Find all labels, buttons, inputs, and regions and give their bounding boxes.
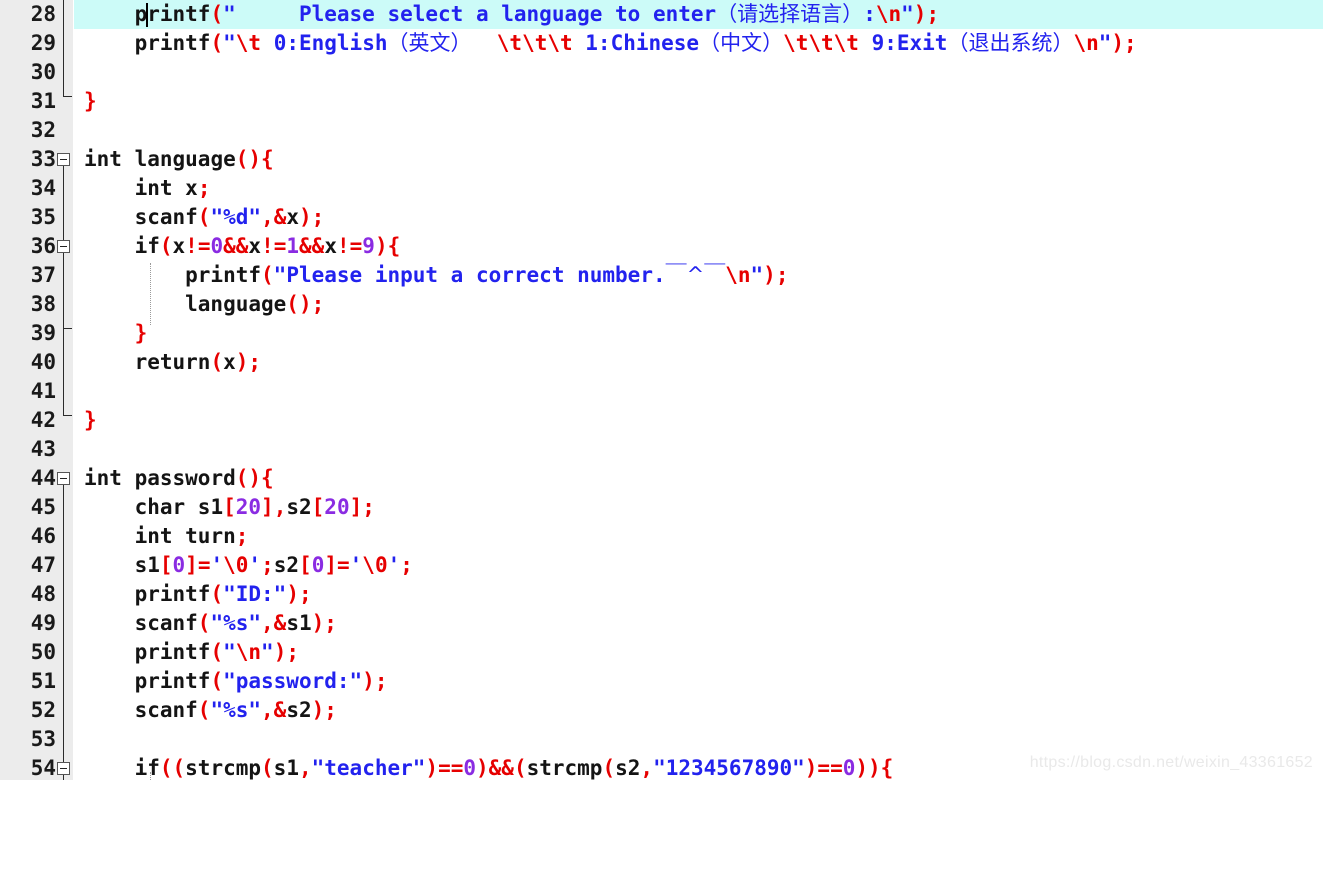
line-content[interactable]: int password(){ — [84, 464, 274, 493]
code-line-29[interactable]: 29 printf("\t 0:English（英文） \t\t\t 1:Chi… — [0, 29, 1323, 58]
fold-toggle-line-33[interactable] — [57, 153, 70, 166]
line-number: 44 — [30, 466, 56, 490]
fold-end-tick — [63, 415, 72, 416]
line-number: 50 — [30, 640, 56, 664]
code-line-37[interactable]: 37 printf("Please input a correct number… — [0, 261, 1323, 290]
code-line-46[interactable]: 46 int turn; — [0, 522, 1323, 551]
line-number: 35 — [30, 205, 56, 229]
fold-end-tick — [63, 96, 72, 97]
line-number: 28 — [30, 2, 56, 26]
line-content[interactable]: int turn; — [84, 522, 249, 551]
line-number: 41 — [30, 379, 56, 403]
code-line-35[interactable]: 35 scanf("%d",&x); — [0, 203, 1323, 232]
line-number: 45 — [30, 495, 56, 519]
code-line-49[interactable]: 49 scanf("%s",&s1); — [0, 609, 1323, 638]
text-caret — [146, 3, 148, 27]
line-content[interactable]: printf("ID:"); — [84, 580, 312, 609]
line-number: 40 — [30, 350, 56, 374]
code-line-47[interactable]: 47 s1[0]='\0';s2[0]='\0'; — [0, 551, 1323, 580]
line-content[interactable]: scanf("%d",&x); — [84, 203, 325, 232]
line-number: 37 — [30, 263, 56, 287]
line-content[interactable]: int language(){ — [84, 145, 274, 174]
code-line-38[interactable]: 38 language(); — [0, 290, 1323, 319]
code-line-36[interactable]: 36 if(x!=0&&x!=1&&x!=9){ — [0, 232, 1323, 261]
code-line-40[interactable]: 40 return(x); — [0, 348, 1323, 377]
indent-guide — [150, 263, 151, 325]
line-number: 36 — [30, 234, 56, 258]
line-number: 38 — [30, 292, 56, 316]
fold-guide-line — [63, 253, 64, 328]
code-line-34[interactable]: 34 int x; — [0, 174, 1323, 203]
line-content[interactable]: if((strcmp(s1,"teacher")==0)&&(strcmp(s2… — [84, 754, 894, 783]
line-number: 33 — [30, 147, 56, 171]
code-line-51[interactable]: 51 printf("password:"); — [0, 667, 1323, 696]
line-content[interactable]: printf("\n"); — [84, 638, 299, 667]
line-number: 34 — [30, 176, 56, 200]
line-content[interactable]: printf("password:"); — [84, 667, 388, 696]
fold-end-tick — [63, 328, 72, 329]
fold-toggle-line-36[interactable] — [57, 240, 70, 253]
code-line-45[interactable]: 45 char s1[20],s2[20]; — [0, 493, 1323, 522]
code-line-28[interactable]: 28 printf(" Please select a language to … — [0, 0, 1323, 29]
line-content[interactable]: scanf("%s",&s1); — [84, 609, 337, 638]
line-content[interactable]: char s1[20],s2[20]; — [84, 493, 375, 522]
line-content[interactable]: return(x); — [84, 348, 261, 377]
line-number: 29 — [30, 31, 56, 55]
code-line-50[interactable]: 50 printf("\n"); — [0, 638, 1323, 667]
line-number: 52 — [30, 698, 56, 722]
code-line-39[interactable]: 39 } — [0, 319, 1323, 348]
line-content[interactable]: printf("Please input a correct number.￣^… — [84, 261, 788, 290]
line-content[interactable]: } — [84, 87, 97, 116]
code-line-52[interactable]: 52 scanf("%s",&s2); — [0, 696, 1323, 725]
line-content[interactable]: scanf("%s",&s2); — [84, 696, 337, 725]
line-number: 46 — [30, 524, 56, 548]
line-content[interactable]: int x; — [84, 174, 211, 203]
line-content[interactable]: s1[0]='\0';s2[0]='\0'; — [84, 551, 413, 580]
indent-guide — [150, 772, 151, 780]
line-number: 32 — [30, 118, 56, 142]
line-number: 43 — [30, 437, 56, 461]
code-line-31[interactable]: 31 } — [0, 87, 1323, 116]
line-number: 53 — [30, 727, 56, 751]
line-content[interactable]: printf("\t 0:English（英文） \t\t\t 1:Chines… — [84, 29, 1137, 58]
code-line-48[interactable]: 48 printf("ID:"); — [0, 580, 1323, 609]
fold-guide-line — [63, 0, 64, 96]
line-content[interactable]: language(); — [84, 290, 324, 319]
line-number: 42 — [30, 408, 56, 432]
line-content[interactable]: } — [84, 319, 148, 348]
line-number: 31 — [30, 89, 56, 113]
line-number: 30 — [30, 60, 56, 84]
code-line-43[interactable]: 43 — [0, 435, 1323, 464]
code-line-32[interactable]: 32 — [0, 116, 1323, 145]
line-content[interactable]: printf(" Please select a language to ent… — [84, 0, 940, 29]
code-line-42[interactable]: 42 } — [0, 406, 1323, 435]
code-line-44[interactable]: 44 int password(){ — [0, 464, 1323, 493]
line-content[interactable]: if(x!=0&&x!=1&&x!=9){ — [84, 232, 401, 261]
line-number: 49 — [30, 611, 56, 635]
line-content[interactable]: } — [84, 406, 97, 435]
code-line-30[interactable]: 30 — [0, 58, 1323, 87]
code-editor-view[interactable]: 28 printf(" Please select a language to … — [0, 0, 1323, 780]
fold-toggle-line-44[interactable] — [57, 472, 70, 485]
line-number: 39 — [30, 321, 56, 345]
fold-guide-line — [63, 485, 64, 780]
code-line-53[interactable]: 53 — [0, 725, 1323, 754]
csdn-watermark: https://blog.csdn.net/weixin_43361652 — [1029, 754, 1313, 771]
line-number: 47 — [30, 553, 56, 577]
code-line-41[interactable]: 41 — [0, 377, 1323, 406]
fold-toggle-line-54[interactable] — [57, 762, 70, 775]
line-number: 54 — [30, 756, 56, 780]
line-number: 51 — [30, 669, 56, 693]
code-line-33[interactable]: 33 int language(){ — [0, 145, 1323, 174]
line-number: 48 — [30, 582, 56, 606]
